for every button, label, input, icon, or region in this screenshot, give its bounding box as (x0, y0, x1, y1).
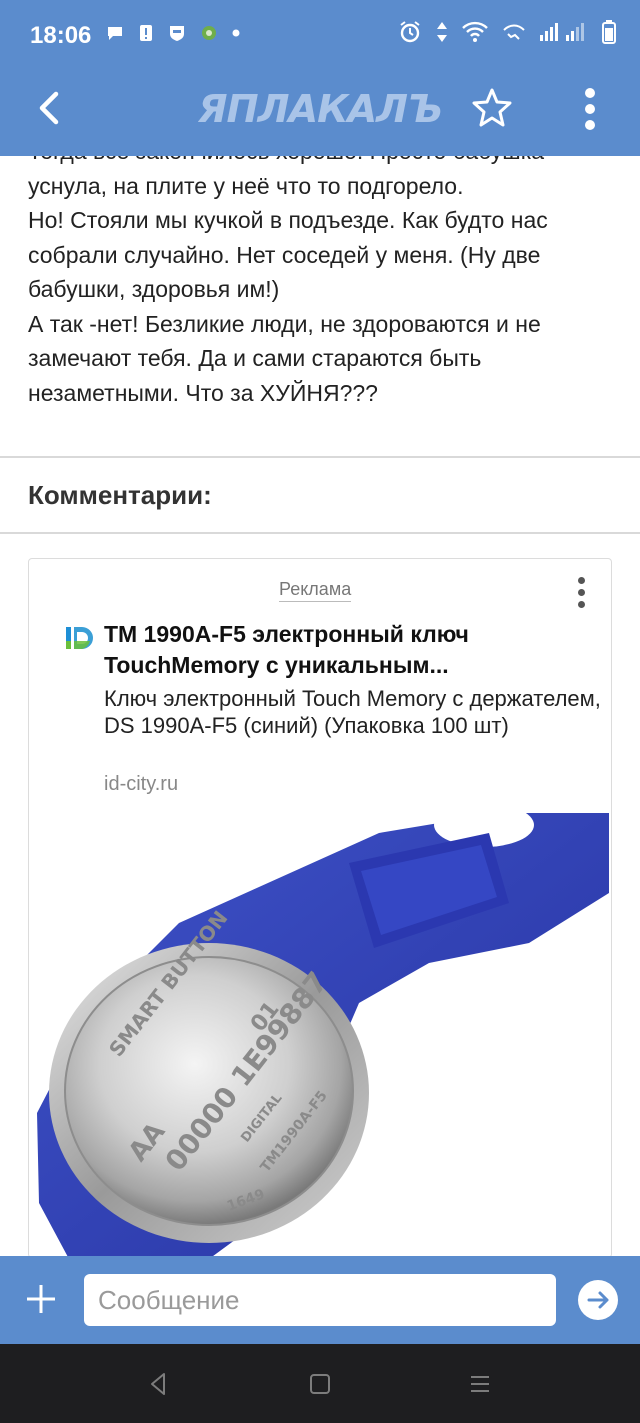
ad-domain-link[interactable]: id-city.ru (104, 773, 178, 796)
advertiser-logo-icon (66, 627, 93, 649)
post-paragraph-1: Тогда все закончилось хорошо. Просто баб… (28, 156, 544, 199)
message-composer (0, 1256, 640, 1344)
post-paragraph-2: Но! Стояли мы кучкой в подъезде. Как буд… (28, 207, 548, 302)
status-time: 18:06 (30, 22, 92, 49)
shield-icon (170, 26, 184, 41)
send-button[interactable] (578, 1280, 618, 1320)
signal-icon (540, 23, 584, 41)
system-icons (398, 20, 616, 44)
send-arrow-icon (587, 1291, 609, 1309)
overflow-menu-icon[interactable] (570, 84, 610, 134)
divider (0, 456, 640, 458)
battery-icon (602, 20, 616, 44)
comments-heading: Комментарии: (28, 480, 212, 510)
ad-card[interactable]: Реклама ТМ 1990A-F5 электронный ключ Tou… (28, 558, 612, 1258)
nav-home-icon[interactable] (306, 1370, 334, 1398)
wifi-calling-icon (503, 24, 525, 40)
nav-back-icon[interactable] (144, 1370, 172, 1398)
attach-plus-icon[interactable] (24, 1282, 58, 1316)
message-input[interactable] (84, 1274, 556, 1326)
chat-bubble-icon (108, 27, 122, 40)
favorite-star-icon[interactable] (470, 86, 514, 130)
ad-title-link[interactable]: ТМ 1990A-F5 электронный ключ TouchMemory… (104, 619, 594, 681)
top-bar: 18:06 ЯПЛАКАЛЪ (0, 0, 640, 156)
ad-label: Реклама (279, 579, 352, 602)
ad-options-icon[interactable] (571, 575, 591, 615)
status-bar: 18:06 (0, 0, 640, 72)
post-body: Тогда все закончилось хорошо. Просто баб… (0, 156, 640, 456)
alarm-icon (400, 21, 420, 43)
nav-recents-icon[interactable] (466, 1370, 494, 1398)
brand-logo[interactable]: ЯПЛАКАЛЪ (197, 84, 448, 132)
app-bar: ЯПЛАКАЛЪ (0, 72, 640, 156)
wifi-icon (462, 21, 488, 42)
alert-icon (140, 25, 152, 41)
notification-icons (106, 24, 240, 42)
brand-logo-text: ЯПЛАКАЛЪ (198, 87, 442, 131)
back-arrow-icon[interactable] (28, 86, 72, 130)
data-transfer-icon (437, 22, 447, 42)
ad-product-image[interactable]: SMART BUTTON 00000 1E99887 AA 01 DIGITAL… (29, 813, 612, 1258)
post-text: Тогда все закончилось хорошо. Просто баб… (28, 156, 618, 410)
app-icon (202, 26, 216, 40)
system-navigation-bar (0, 1344, 640, 1423)
post-paragraph-3: А так -нет! Безликие люди, не здороваютс… (28, 310, 541, 406)
brand-logo-image: ЯПЛАКАЛЪ (197, 87, 443, 131)
ad-description: Ключ электронный Touch Memory с держател… (104, 686, 601, 738)
divider (0, 532, 640, 534)
more-notifications-icon (232, 29, 240, 37)
